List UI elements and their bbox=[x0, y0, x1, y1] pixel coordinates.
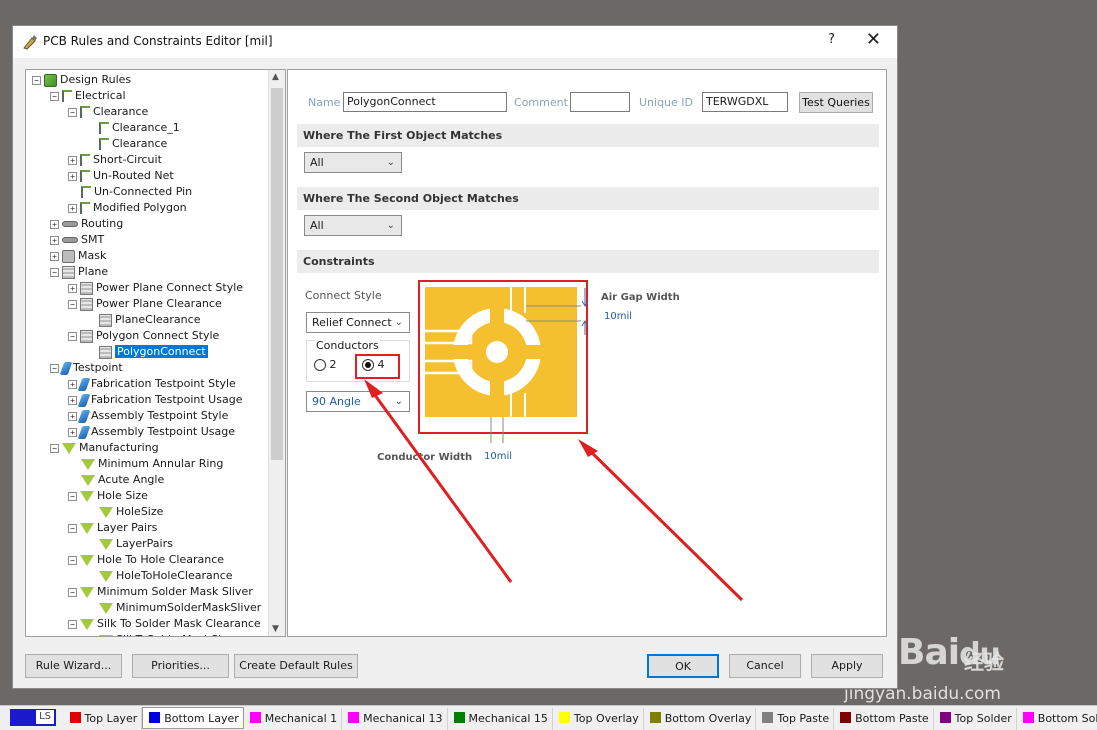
layer-color-swatch bbox=[558, 712, 570, 723]
layer-tab[interactable]: Top Paste bbox=[756, 708, 835, 730]
layer-color-swatch bbox=[939, 712, 951, 723]
layer-tab[interactable]: Mechanical 15 bbox=[448, 708, 553, 730]
watermark-cn: 经验 bbox=[964, 650, 1004, 674]
layer-tab[interactable]: Bottom Layer bbox=[142, 707, 244, 729]
layer-color-swatch bbox=[453, 712, 465, 723]
layer-color-swatch bbox=[348, 712, 360, 723]
layer-tab-label: Top Solder bbox=[954, 712, 1012, 725]
layer-color-swatch bbox=[249, 712, 261, 723]
layer-color-swatch bbox=[762, 712, 774, 723]
layer-tab-label: Top Overlay bbox=[573, 712, 639, 725]
layer-tab-label: Bottom Solder bbox=[1037, 712, 1097, 725]
layer-tab-label: Mechanical 15 bbox=[468, 712, 548, 725]
layer-color-swatch bbox=[1022, 712, 1034, 723]
layer-color-swatch bbox=[649, 712, 661, 723]
layer-tabs-bar: LS Top Layer Bottom Layer Mechanical 1 Mech… bbox=[0, 705, 1097, 730]
layer-tab-label: Mechanical 13 bbox=[363, 712, 443, 725]
layer-tab-label: Bottom Paste bbox=[855, 712, 929, 725]
layer-tab[interactable]: Mechanical 1 bbox=[244, 708, 343, 730]
layer-color-swatch bbox=[69, 712, 81, 723]
layer-tab[interactable]: Mechanical 13 bbox=[342, 708, 448, 730]
watermark-url: jingyan.baidu.com bbox=[844, 684, 1001, 704]
layer-tab-label: Top Layer bbox=[84, 712, 138, 725]
layer-set-label: LS bbox=[36, 710, 54, 724]
layer-tab[interactable]: Bottom Overlay bbox=[644, 708, 757, 730]
layer-color-swatch bbox=[149, 712, 161, 723]
layer-tab[interactable]: Top Layer bbox=[64, 708, 143, 730]
layer-tab-label: Top Paste bbox=[777, 712, 830, 725]
annotation-arrows bbox=[364, 379, 744, 602]
layer-tab[interactable]: Bottom Solder bbox=[1017, 708, 1097, 730]
layer-tab-label: Bottom Layer bbox=[164, 712, 239, 725]
layer-tab[interactable]: Top Overlay bbox=[553, 708, 644, 730]
layer-tab[interactable]: Bottom Paste bbox=[834, 708, 934, 730]
layer-tab-label: Bottom Overlay bbox=[664, 712, 752, 725]
layer-tab-label: Mechanical 1 bbox=[264, 712, 338, 725]
layer-tab[interactable]: Top Solder bbox=[934, 708, 1017, 730]
layer-set-button[interactable]: LS bbox=[10, 709, 56, 726]
layer-color-swatch bbox=[840, 712, 852, 723]
